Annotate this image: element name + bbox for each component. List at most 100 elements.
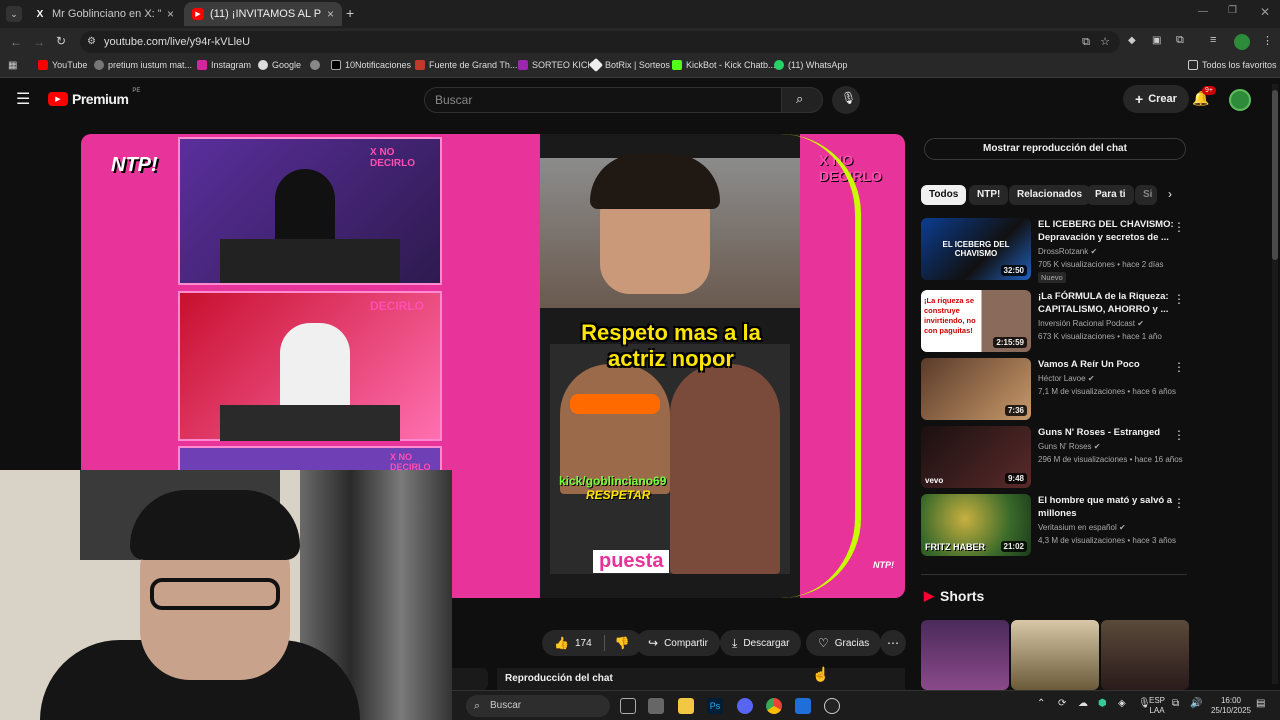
network-icon[interactable]: ⧉ <box>1172 699 1179 709</box>
close-tab-icon[interactable]: × <box>167 7 174 21</box>
reload-icon[interactable]: ↻ <box>56 34 66 48</box>
extension-icon[interactable]: ◆ <box>1128 35 1136 46</box>
clock[interactable]: 16:00 25/10/2025 <box>1208 696 1254 716</box>
chip-todos[interactable]: Todos <box>921 185 967 205</box>
tray-expand-icon[interactable]: ⌃ <box>1037 699 1045 709</box>
sidebar-divider <box>921 574 1187 575</box>
bookmark-whatsapp[interactable]: (11) WhatsApp <box>774 60 847 70</box>
hamburger-menu-icon[interactable]: ☰ <box>16 89 30 109</box>
chevron-right-icon[interactable]: › <box>1168 187 1172 201</box>
language-indicator[interactable]: ESP LAA <box>1142 696 1172 716</box>
streaming-app-icon[interactable] <box>795 698 811 714</box>
file-explorer-icon[interactable] <box>678 698 694 714</box>
bookmark-google[interactable]: Google <box>258 60 301 70</box>
close-window-icon[interactable]: ✕ <box>1260 5 1270 19</box>
cloud-icon[interactable]: ☁ <box>1078 699 1088 709</box>
video-thumbnail: FRITZ HABER 21:02 <box>921 494 1031 556</box>
voice-search-button[interactable]: 🎙 <box>832 86 860 114</box>
bookmark-instagram[interactable]: Instagram <box>197 60 251 70</box>
cast-icon[interactable]: ⧉ <box>1082 31 1090 53</box>
tab-list-chevron-icon[interactable]: ⌄ <box>6 6 22 22</box>
notifications-button[interactable]: 🔔 9+ <box>1192 86 1216 108</box>
recommendation-item[interactable]: EL ICEBERG DEL CHAVISMO 32:50 EL ICEBERG… <box>921 218 1187 283</box>
volume-icon[interactable]: 🔊 <box>1190 699 1202 709</box>
thumbs-down-icon[interactable]: 👎 <box>615 636 630 650</box>
new-tab-icon[interactable]: + <box>346 5 354 21</box>
scrollbar-thumb[interactable] <box>1272 90 1278 260</box>
channel-name: Guns N' Roses ✔ <box>1038 442 1101 451</box>
obs-icon[interactable] <box>824 698 840 714</box>
more-options-icon[interactable]: ⋮ <box>1173 220 1185 234</box>
taskbar-search[interactable]: ⌕ Buscar <box>466 695 610 717</box>
back-icon[interactable]: ← <box>10 35 22 49</box>
bookmark-10notificaciones[interactable]: 10Notificaciones <box>331 60 411 70</box>
tray-app-icon[interactable]: ◈ <box>1118 699 1126 709</box>
chat-side-pill <box>452 668 488 690</box>
download-button[interactable]: ⤓ Descargar <box>720 630 802 656</box>
bookmark-star-icon[interactable]: ☆ <box>1100 31 1110 53</box>
url-field[interactable]: ⚙ youtube.com/live/y94r-kVLleU ⧉ ☆ <box>80 31 1120 53</box>
close-tab-icon[interactable]: × <box>327 7 334 21</box>
recommendation-item[interactable]: ¡La riqueza se construye invirtiendo, no… <box>921 290 1187 354</box>
recommendation-item[interactable]: vevo 9:48 Guns N' Roses - Estranged Guns… <box>921 426 1187 490</box>
task-view-icon[interactable] <box>620 698 636 714</box>
chip-ntp[interactable]: NTP! <box>969 185 1009 205</box>
video-thumbnail: 7:36 <box>921 358 1031 420</box>
chrome-icon[interactable] <box>766 698 782 714</box>
search-button[interactable]: ⌕ <box>781 87 823 113</box>
notification-count-badge: 9+ <box>1202 86 1216 95</box>
bookmark-sorteo-kick[interactable]: SORTEO KICK <box>518 60 593 70</box>
maximize-icon[interactable]: ❐ <box>1228 5 1237 16</box>
chat-replay-header[interactable]: Reproducción del chat <box>497 668 905 690</box>
site-info-icon[interactable]: ⚙ <box>87 31 96 53</box>
more-actions-button[interactable]: ⋯ <box>880 630 906 656</box>
thanks-heart-icon: ♡ <box>818 636 829 650</box>
browser-tab-youtube[interactable]: ▶ (11) ¡INVITAMOS AL PRESIDENT... × <box>184 2 342 26</box>
search-input[interactable]: Buscar <box>424 87 782 113</box>
forward-icon[interactable]: → <box>33 35 45 49</box>
tray-app-icon[interactable]: ⟳ <box>1058 699 1066 709</box>
bookmark-youtube[interactable]: YouTube <box>38 60 87 70</box>
all-favorites-folder[interactable]: Todos los favoritos <box>1188 60 1277 70</box>
browser-tab-x[interactable]: X Mr Goblinciano en X: "Ayer la s... × <box>26 2 182 26</box>
media-icon[interactable]: ≡ <box>1210 34 1216 46</box>
usb-drive-icon[interactable] <box>648 698 664 714</box>
browser-menu-icon[interactable]: ⋮ <box>1262 34 1273 47</box>
show-chat-replay-button[interactable]: Mostrar reproducción del chat <box>924 138 1186 160</box>
chip-para-ti[interactable]: Para ti <box>1087 185 1134 205</box>
recommendation-item[interactable]: FRITZ HABER 21:02 El hombre que mató y s… <box>921 494 1187 558</box>
short-thumbnail[interactable] <box>1101 620 1189 690</box>
more-options-icon[interactable]: ⋮ <box>1173 360 1185 374</box>
apps-grid-icon[interactable]: ▦ <box>8 60 17 71</box>
minimize-icon[interactable]: — <box>1198 6 1208 17</box>
extension-icon[interactable]: ▣ <box>1152 35 1161 46</box>
extensions-puzzle-icon[interactable]: ⧉ <box>1176 34 1184 47</box>
youtube-premium-logo[interactable]: ▶ Premium PE <box>48 88 140 107</box>
short-thumbnail[interactable] <box>1011 620 1099 690</box>
more-options-icon[interactable]: ⋮ <box>1173 292 1185 306</box>
bookmark-botrix[interactable]: BotRix | Sorteos <box>588 57 670 73</box>
discord-icon[interactable] <box>737 698 753 714</box>
security-icon[interactable]: ⬢ <box>1098 699 1107 709</box>
bookmark-kickbot[interactable]: KickBot - Kick Chatb... <box>672 60 776 70</box>
bookmark-pretium[interactable]: pretium iustum mat... <box>94 60 192 70</box>
photoshop-icon[interactable]: Ps <box>707 698 723 714</box>
thanks-button[interactable]: ♡ Gracias <box>806 630 882 656</box>
like-button[interactable]: 👍 174 👎 <box>542 630 642 656</box>
more-options-icon[interactable]: ⋮ <box>1173 496 1185 510</box>
page-scrollbar[interactable] <box>1272 84 1278 684</box>
bookmark-globe[interactable] <box>310 60 324 70</box>
microphone-icon: 🎙 <box>841 91 857 105</box>
share-button[interactable]: ↪ Compartir <box>636 630 720 656</box>
notification-center-icon[interactable]: ▤ <box>1256 699 1265 709</box>
recommendation-item[interactable]: 7:36 Vamos A Reír Un Poco Héctor Lavoe ✔… <box>921 358 1187 422</box>
profile-avatar[interactable] <box>1234 34 1250 50</box>
create-button[interactable]: + Crear <box>1123 85 1189 113</box>
short-thumbnail[interactable] <box>921 620 1009 690</box>
bookmark-fuente-gta[interactable]: Fuente de Grand Th... <box>415 60 517 70</box>
chip-more[interactable]: Si <box>1135 185 1157 205</box>
chip-relacionados[interactable]: Relacionados <box>1009 185 1091 205</box>
account-avatar[interactable] <box>1229 89 1251 111</box>
google-icon <box>258 60 268 70</box>
more-options-icon[interactable]: ⋮ <box>1173 428 1185 442</box>
